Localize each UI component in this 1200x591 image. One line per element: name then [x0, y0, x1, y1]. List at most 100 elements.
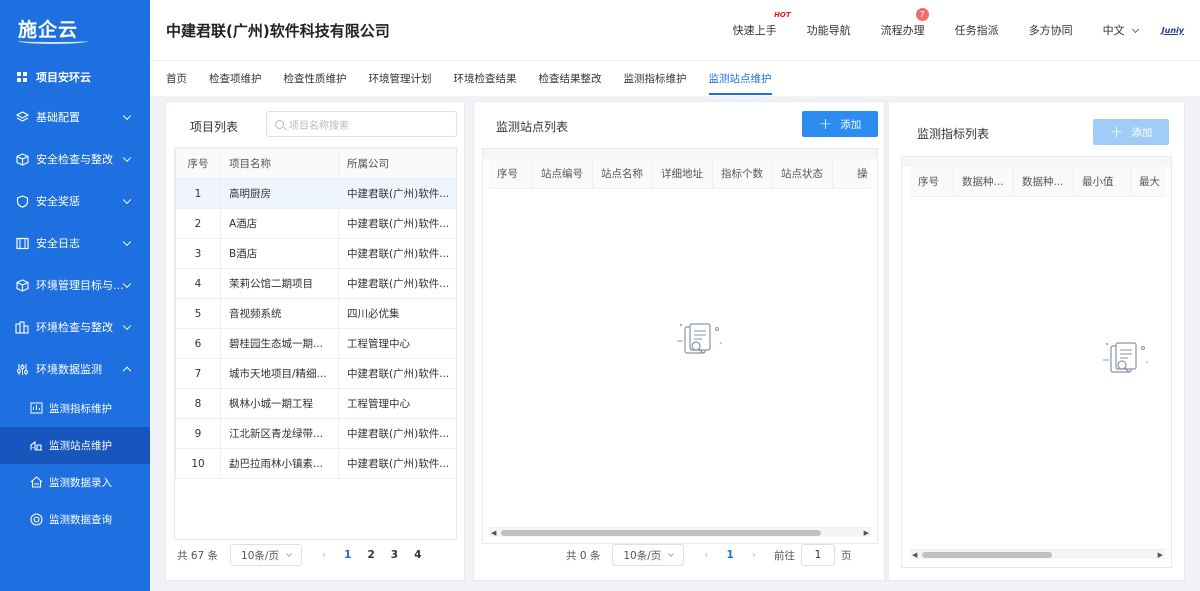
cell-company: 中建君联(广州)软件...: [338, 208, 456, 239]
top-header: 中建君联(广州)软件科技有限公司 快速上手 HOT 功能导航 流程办理 7 任务…: [150, 0, 1200, 60]
sidebar-item-label: 环境管理目标与...: [36, 279, 124, 292]
nav-collab[interactable]: 多方协同: [1029, 22, 1073, 38]
table-row[interactable]: 10 勐巴拉雨林小镇素... 中建君联(广州)软件...: [175, 448, 456, 479]
scrollbar-thumb[interactable]: [922, 552, 1052, 558]
page-number[interactable]: 2: [367, 549, 374, 561]
col-site-name: 站点名称: [593, 158, 653, 189]
table-row[interactable]: 4 茉莉公馆二期项目 中建君联(广州)软件...: [175, 268, 456, 299]
sidebar-item-label: 项目安环云: [36, 71, 91, 84]
cell-name: 高明厨房: [220, 178, 339, 209]
cell-index: 1: [175, 178, 221, 209]
col-index: 序号: [489, 158, 533, 189]
project-table: 序号 项目名称 所属公司 1 高明厨房 中建君联(广州)软件... 2 A酒店 中建君联…: [174, 147, 457, 540]
project-search-input[interactable]: 项目名称搜索: [266, 111, 457, 137]
sidebar-item-env-target[interactable]: 环境管理目标与...: [0, 264, 150, 306]
sidebar-subitem-site[interactable]: 监测站点维护: [0, 427, 150, 464]
sidebar-item-basic-config[interactable]: 基础配置: [0, 96, 150, 138]
page-number[interactable]: 1: [344, 549, 351, 561]
company-name: 中建君联(广州)软件科技有限公司: [166, 21, 390, 40]
horizontal-scrollbar[interactable]: ◀ ▶: [489, 527, 871, 537]
sidebar-item-safety-reward[interactable]: 安全奖惩: [0, 180, 150, 222]
cell-name: 音视频系统: [220, 298, 339, 329]
tab-check-item[interactable]: 检查项维护: [209, 61, 262, 97]
table-row[interactable]: 6 碧桂园生态城一期... 工程管理中心: [175, 328, 456, 359]
project-pager: 共 67 条 10条/页 ‹ 1 2 3 4: [177, 544, 429, 566]
language-select[interactable]: 中文: [1103, 22, 1139, 38]
table-row[interactable]: 5 音视频系统 四川必优集: [175, 298, 456, 329]
col-company: 所属公司: [338, 148, 456, 179]
sidebar-subitem-data-query[interactable]: 监测数据查询: [0, 501, 150, 538]
chevron-down-icon: [122, 153, 132, 163]
page-number[interactable]: 3: [391, 549, 398, 561]
table-row[interactable]: 2 A酒店 中建君联(广州)软件...: [175, 208, 456, 239]
nav-task[interactable]: 任务指派: [955, 22, 999, 38]
cell-name: 碧桂园生态城一期...: [220, 328, 339, 359]
sidebar-item-env-monitor[interactable]: 环境数据监测: [0, 348, 150, 390]
prev-page-icon[interactable]: ‹: [704, 549, 708, 561]
sidebar-item-safety-log[interactable]: 安全日志: [0, 222, 150, 264]
table-row[interactable]: 9 江北新区青龙绿带... 中建君联(广州)软件...: [175, 418, 456, 449]
sidebar-subitem-label: 监测站点维护: [49, 440, 112, 452]
cell-index: 10: [175, 448, 221, 479]
sidebar-subitem-indicator[interactable]: 监测指标维护: [0, 390, 150, 427]
sidebar: 施企云 项目安环云 基础配置 安全检查与整改 安全奖惩 安全日志 环境管理目标与…: [0, 0, 150, 591]
tab-home[interactable]: 首页: [166, 61, 187, 97]
col-address: 详细地址: [653, 158, 713, 189]
next-page-icon[interactable]: ›: [752, 549, 756, 561]
sidebar-subitem-data-entry[interactable]: 监测数据录入: [0, 464, 150, 501]
hot-badge: HOT: [774, 11, 791, 19]
cell-index: 5: [175, 298, 221, 329]
film-icon: [15, 236, 29, 250]
project-panel: 项目列表 项目名称搜索 序号 项目名称 所属公司 1 高明厨房 中建君联(广州)软件…: [165, 101, 465, 581]
tab-check-nature[interactable]: 检查性质维护: [284, 61, 347, 97]
goto-page-input[interactable]: 1: [800, 544, 835, 566]
sidebar-item-project[interactable]: 项目安环云: [0, 58, 150, 96]
shield-icon: [15, 194, 29, 208]
nav-process[interactable]: 流程办理 7: [881, 8, 929, 38]
cell-index: 9: [175, 418, 221, 449]
tab-site[interactable]: 监测站点维护: [708, 61, 772, 97]
page-size-select[interactable]: 10条/页: [230, 544, 302, 566]
goto-label: 前往: [773, 549, 795, 562]
scrollbar-thumb[interactable]: [501, 530, 821, 536]
sidebar-item-safety-check[interactable]: 安全检查与整改: [0, 138, 150, 180]
cell-company: 四川必优集: [338, 298, 456, 329]
chevron-down-icon: [122, 195, 132, 205]
process-count-badge: 7: [915, 8, 929, 21]
nav-quick-start[interactable]: 快速上手 HOT: [733, 11, 791, 38]
table-row[interactable]: 8 枫林小城一期工程 工程管理中心: [175, 388, 456, 419]
sidebar-subitem-label: 监测数据录入: [49, 477, 112, 489]
table-row[interactable]: 7 城市天地项目/精细... 中建君联(广州)软件...: [175, 358, 456, 389]
tab-indicator[interactable]: 监测指标维护: [624, 61, 687, 97]
logo-text: 施企云: [18, 18, 79, 41]
page-number[interactable]: 1: [726, 549, 733, 561]
table-header-row: 序号 站点编号 站点名称 详细地址 指标个数 站点状态 操: [489, 158, 871, 189]
nav-feature-guide[interactable]: 功能导航: [807, 22, 851, 38]
cube-icon: [15, 278, 29, 292]
horizontal-scrollbar[interactable]: ◀ ▶: [910, 549, 1165, 559]
sidebar-item-label: 安全奖惩: [36, 195, 80, 208]
prev-page-icon[interactable]: ‹: [322, 549, 326, 561]
add-indicator-button[interactable]: + 添加: [1093, 119, 1169, 145]
layers-icon: [15, 110, 29, 124]
brand-logo: Juniy: [1161, 25, 1184, 35]
house-icon: [30, 476, 43, 489]
add-site-button[interactable]: + 添加: [802, 111, 878, 137]
page-suffix: 页: [840, 549, 852, 562]
table-row[interactable]: 3 B酒店 中建君联(广州)软件...: [175, 238, 456, 269]
cell-company: 中建君联(广州)软件...: [338, 418, 456, 449]
sidebar-item-env-check[interactable]: 环境检查与整改: [0, 306, 150, 348]
page-size-select[interactable]: 10条/页: [612, 544, 685, 566]
tab-rectify[interactable]: 检查结果整改: [539, 61, 602, 97]
empty-state-icon: [1097, 340, 1157, 383]
page-number[interactable]: 4: [414, 549, 421, 561]
search-placeholder: 项目名称搜索: [289, 120, 349, 132]
site-table: 序号 站点编号 站点名称 详细地址 指标个数 站点状态 操 ◀ ▶: [482, 148, 878, 544]
cell-index: 6: [175, 328, 221, 359]
col-max: 最大: [1139, 175, 1160, 188]
cell-company: 工程管理中心: [338, 328, 456, 359]
indicator-table: 序号 数据种... 数据种... 最小值 最大 ◀ ▶: [901, 156, 1172, 568]
tab-env-result[interactable]: 环境检查结果: [454, 61, 517, 97]
table-row[interactable]: 1 高明厨房 中建君联(广州)软件...: [175, 178, 456, 209]
tab-env-plan[interactable]: 环境管理计划: [369, 61, 432, 97]
